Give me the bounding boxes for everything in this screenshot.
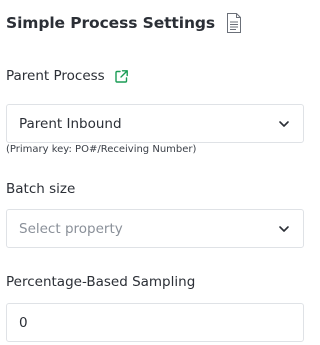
external-link-icon[interactable] bbox=[114, 69, 129, 84]
parent-process-selected-value: Parent Inbound bbox=[19, 115, 122, 132]
chevron-down-icon bbox=[277, 222, 291, 236]
sampling-label: Percentage-Based Sampling bbox=[6, 274, 196, 290]
panel-title: Simple Process Settings bbox=[6, 14, 216, 32]
parent-process-label-text: Parent Process bbox=[6, 68, 105, 84]
document-icon[interactable] bbox=[226, 12, 242, 34]
batch-size-placeholder: Select property bbox=[19, 220, 123, 237]
sampling-input[interactable] bbox=[6, 303, 304, 342]
panel-header: Simple Process Settings bbox=[6, 12, 242, 34]
chevron-down-icon bbox=[277, 117, 291, 131]
batch-size-label: Batch size bbox=[6, 181, 76, 197]
settings-panel: Simple Process Settings Parent Process P… bbox=[0, 0, 311, 345]
parent-process-select[interactable]: Parent Inbound bbox=[6, 104, 304, 143]
batch-size-select[interactable]: Select property bbox=[6, 209, 304, 248]
parent-process-hint: (Primary key: PO#/Receiving Number) bbox=[6, 144, 197, 155]
parent-process-label: Parent Process bbox=[6, 68, 129, 84]
